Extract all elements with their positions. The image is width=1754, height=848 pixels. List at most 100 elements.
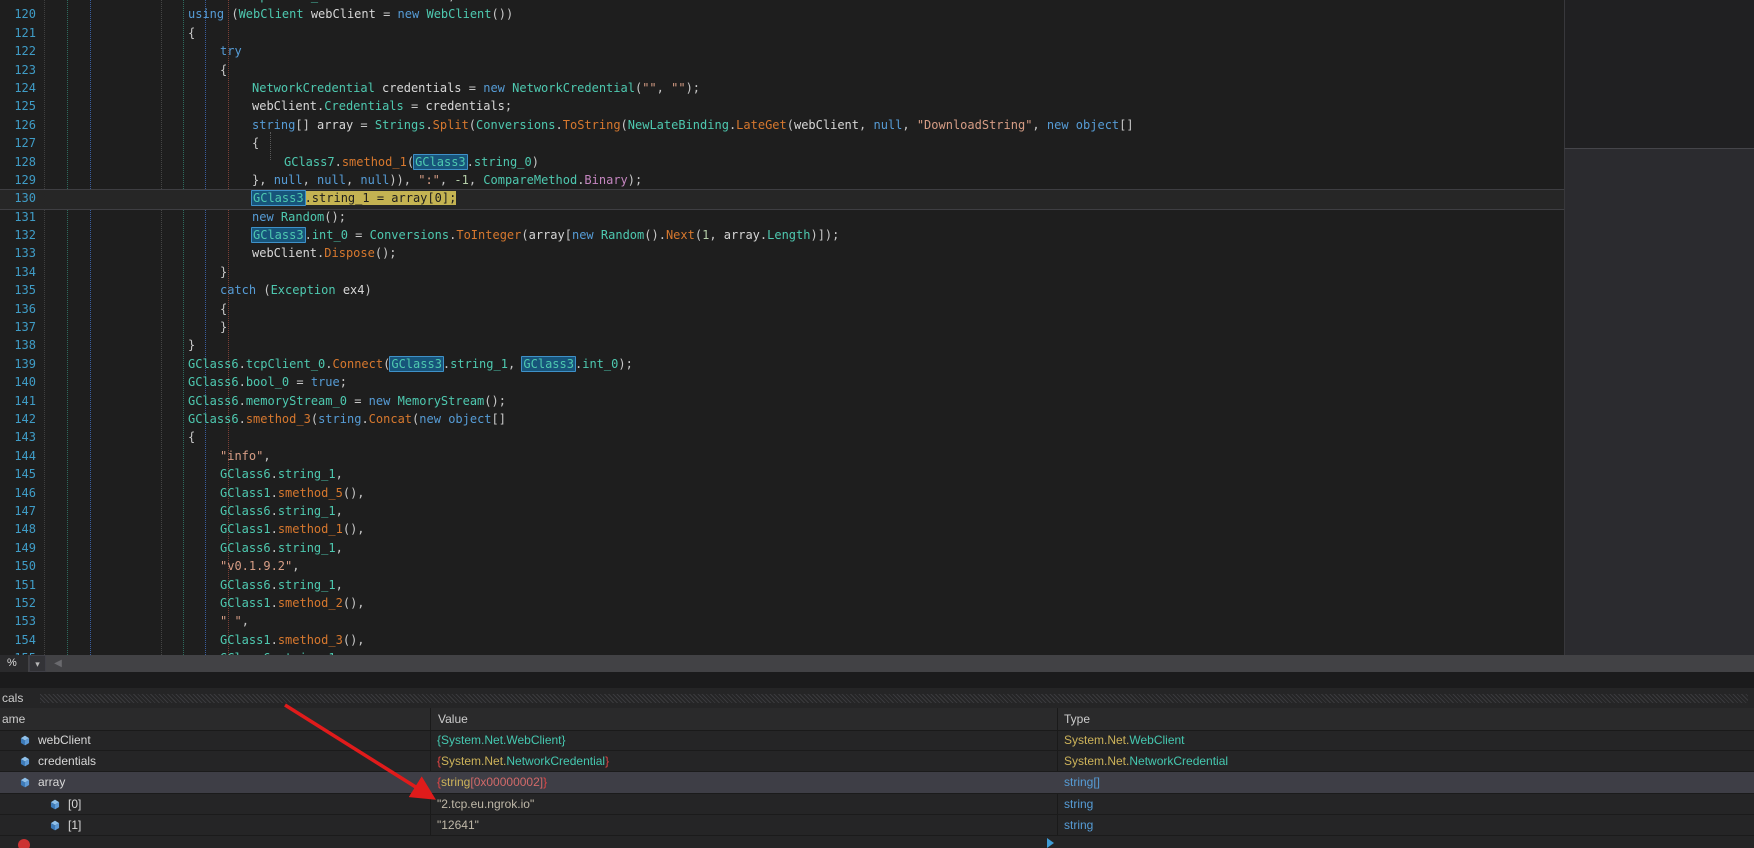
line-number: 143 xyxy=(0,428,36,446)
code-line[interactable]: 147GClass6.string_1, xyxy=(0,502,1564,520)
code-line[interactable]: 133webClient.Dispose(); xyxy=(0,244,1564,262)
zoom-level-select[interactable]: % xyxy=(0,655,28,672)
code-line[interactable]: 124NetworkCredential credentials = new N… xyxy=(0,79,1564,97)
code-line[interactable]: 123{ xyxy=(0,61,1564,79)
locals-table-header: ame Value Type xyxy=(0,708,1754,731)
code-line[interactable]: 122try xyxy=(0,42,1564,60)
scroll-left-arrow-icon[interactable]: ◀ xyxy=(50,655,66,672)
code-line[interactable]: 151GClass6.string_1, xyxy=(0,576,1564,594)
code-line[interactable]: 138} xyxy=(0,336,1564,354)
editor-right-margin-top xyxy=(1564,0,1754,148)
line-number: 147 xyxy=(0,502,36,520)
locals-row[interactable]: webClient {System.Net.WebClient} System.Ne… xyxy=(0,730,1754,751)
locals-row[interactable]: array {string[0x00000002]} string[] xyxy=(0,772,1754,793)
reference-highlight: GClass3 xyxy=(389,356,444,372)
variable-name: webClient xyxy=(0,733,91,747)
variable-name: [0] xyxy=(0,797,81,811)
code-line[interactable]: 149GClass6.string_1, xyxy=(0,539,1564,557)
line-number: 149 xyxy=(0,539,36,557)
line-number: 124 xyxy=(0,79,36,97)
code-line[interactable]: 135catch (Exception ex4) xyxy=(0,281,1564,299)
code-line[interactable]: 140GClass6.bool_0 = true; xyxy=(0,373,1564,391)
code-line[interactable]: 126string[] array = Strings.Split(Conver… xyxy=(0,116,1564,134)
code-line[interactable]: 143{ xyxy=(0,428,1564,446)
code-line[interactable]: 130GClass3.string_1 = array[0]; xyxy=(0,189,1564,207)
code-line[interactable]: 120using (WebClient webClient = new WebC… xyxy=(0,5,1564,23)
code-lines: 119GClass6.tcpClient_0.SendTimeout = -1;… xyxy=(0,0,1564,655)
code-line[interactable]: 154GClass1.smethod_3(), xyxy=(0,631,1564,649)
line-number: 133 xyxy=(0,244,36,262)
code-line[interactable]: 125webClient.Credentials = credentials; xyxy=(0,97,1564,115)
reference-highlight: GClass3 xyxy=(413,154,468,170)
locals-row[interactable]: credentials {System.Net.NetworkCredential… xyxy=(0,751,1754,772)
code-editor[interactable]: 119GClass6.tcpClient_0.SendTimeout = -1;… xyxy=(0,0,1564,655)
code-line[interactable]: 127{ xyxy=(0,134,1564,152)
line-number: 136 xyxy=(0,300,36,318)
code-line[interactable]: 139GClass6.tcpClient_0.Connect(GClass3.s… xyxy=(0,355,1564,373)
line-number: 120 xyxy=(0,5,36,23)
panel-divider xyxy=(0,672,1754,688)
variable-name: credentials xyxy=(0,754,96,768)
code-line[interactable]: 150"v0.1.9.2", xyxy=(0,557,1564,575)
variable-name: array xyxy=(0,775,65,789)
line-number: 132 xyxy=(0,226,36,244)
line-number: 153 xyxy=(0,612,36,630)
current-statement-highlight: GClass3.string_1 = array[0]; xyxy=(252,191,456,205)
line-number: 139 xyxy=(0,355,36,373)
local-variable-icon xyxy=(18,734,32,747)
chevron-down-icon[interactable]: ▾ xyxy=(29,655,46,672)
locals-rows: webClient {System.Net.WebClient} System.Ne… xyxy=(0,730,1754,836)
line-number: 138 xyxy=(0,336,36,354)
reference-highlight: GClass3 xyxy=(251,227,306,243)
reference-highlight: GClass3 xyxy=(521,356,576,372)
horizontal-scrollbar[interactable]: % ▾ ◀ xyxy=(0,655,1754,672)
locals-panel-title: cals xyxy=(2,688,23,708)
locals-row[interactable]: [0]"2.tcp.eu.ngrok.io"string xyxy=(0,794,1754,815)
line-number: 145 xyxy=(0,465,36,483)
code-line[interactable]: 153" ", xyxy=(0,612,1564,630)
panel-title-hatch xyxy=(40,694,1748,703)
code-line[interactable]: 132GClass3.int_0 = Conversions.ToInteger… xyxy=(0,226,1564,244)
locals-panel: cals ame Value Type webClient {System.Net… xyxy=(0,688,1754,848)
code-line[interactable]: 121{ xyxy=(0,24,1564,42)
variable-value: "12641" xyxy=(437,815,1052,835)
line-number: 129 xyxy=(0,171,36,189)
locals-row[interactable]: [1]"12641"string xyxy=(0,815,1754,836)
code-line[interactable]: 145GClass6.string_1, xyxy=(0,465,1564,483)
code-line[interactable]: 134} xyxy=(0,263,1564,281)
variable-type: string[] xyxy=(1064,772,1744,792)
variable-value: {string[0x00000002]} xyxy=(437,772,1052,792)
code-line[interactable]: 148GClass1.smethod_1(), xyxy=(0,520,1564,538)
code-line[interactable]: 128GClass7.smethod_1(GClass3.string_0) xyxy=(0,153,1564,171)
code-line[interactable]: 142GClass6.smethod_3(string.Concat(new o… xyxy=(0,410,1564,428)
value-column-header[interactable]: Value xyxy=(438,708,468,730)
code-line[interactable]: 131new Random(); xyxy=(0,208,1564,226)
line-number: 151 xyxy=(0,576,36,594)
line-number: 134 xyxy=(0,263,36,281)
code-line[interactable]: 129}, null, null, null)), ":", -1, Compa… xyxy=(0,171,1564,189)
code-line[interactable]: 146GClass1.smethod_5(), xyxy=(0,484,1564,502)
code-line[interactable]: 144"info", xyxy=(0,447,1564,465)
code-line[interactable]: 137} xyxy=(0,318,1564,336)
editor-right-margin-bottom xyxy=(1564,148,1754,656)
line-number: 140 xyxy=(0,373,36,391)
line-number: 135 xyxy=(0,281,36,299)
locals-partial-row[interactable] xyxy=(0,836,1754,848)
line-number: 122 xyxy=(0,42,36,60)
variable-value: {System.Net.NetworkCredential} xyxy=(437,751,1052,771)
local-variable-icon xyxy=(48,819,62,832)
line-number: 123 xyxy=(0,61,36,79)
line-number: 128 xyxy=(0,153,36,171)
line-number: 142 xyxy=(0,410,36,428)
code-line[interactable]: 136{ xyxy=(0,300,1564,318)
variable-value: {System.Net.WebClient} xyxy=(437,730,1052,750)
code-line[interactable]: 141GClass6.memoryStream_0 = new MemorySt… xyxy=(0,392,1564,410)
name-column-header[interactable]: ame xyxy=(2,708,25,730)
code-line[interactable]: 152GClass1.smethod_2(), xyxy=(0,594,1564,612)
reference-highlight: GClass3 xyxy=(251,190,306,206)
type-column-header[interactable]: Type xyxy=(1064,708,1090,730)
variable-value: "2.tcp.eu.ngrok.io" xyxy=(437,794,1052,814)
variable-type: System.Net.WebClient xyxy=(1064,730,1744,750)
line-number: 121 xyxy=(0,24,36,42)
line-number: 148 xyxy=(0,520,36,538)
